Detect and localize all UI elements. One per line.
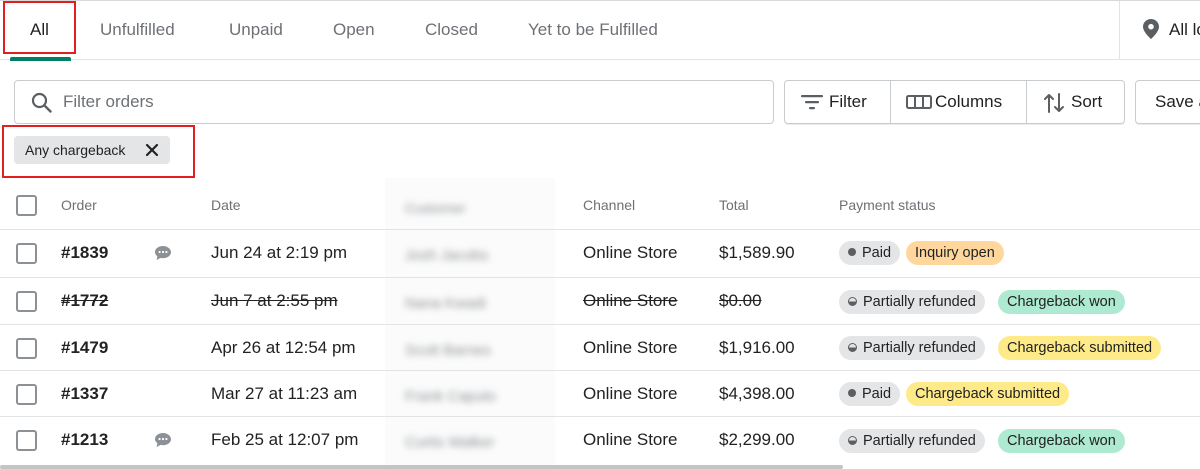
save-label: Save a — [1155, 92, 1200, 111]
order-total: $1,916.00 — [719, 338, 795, 357]
column-header-total[interactable]: Total — [719, 197, 749, 213]
row-checkbox[interactable] — [16, 291, 37, 312]
location-label: All lo — [1169, 20, 1200, 39]
customer-name: Nana Kwadi — [405, 295, 486, 312]
sort-label: Sort — [1071, 92, 1103, 111]
chargeback-status-badge: Chargeback won — [998, 290, 1125, 314]
tabs-divider — [1119, 1, 1120, 60]
column-header-order[interactable]: Order — [61, 197, 97, 213]
table-actions-group: Filter Columns Sort — [784, 80, 1125, 124]
payment-status-text: Paid — [862, 386, 892, 402]
customer-name: Scott Barnes — [405, 342, 491, 359]
payment-status-text: Partially refunded — [863, 340, 976, 356]
order-channel: Online Store — [583, 291, 678, 310]
partial-status-icon — [848, 343, 857, 352]
order-number[interactable]: #1479 — [61, 338, 108, 358]
chargeback-status-badge: Chargeback submitted — [906, 382, 1070, 406]
tab-yet-to-be-fulfilled[interactable]: Yet to be Fulfilled — [528, 1, 658, 59]
order-channel: Online Store — [583, 430, 678, 449]
order-date: Mar 27 at 11:23 am — [211, 384, 358, 403]
order-total: $1,589.90 — [719, 243, 795, 262]
order-channel: Online Store — [583, 338, 678, 357]
customer-name: Josh Jacobs — [405, 247, 489, 264]
table-row[interactable]: #1479 Apr 26 at 12:54 pm Scott Barnes On… — [0, 324, 1200, 371]
search-input[interactable] — [63, 89, 753, 115]
status-dot-icon — [848, 389, 856, 397]
comment-icon — [155, 246, 171, 260]
payment-status-badge: Paid — [839, 241, 901, 265]
tab-closed[interactable]: Closed — [425, 1, 478, 59]
order-channel: Online Store — [583, 384, 678, 403]
columns-button[interactable]: Columns — [891, 81, 1026, 123]
order-total: $4,398.00 — [719, 384, 795, 403]
column-header-date[interactable]: Date — [211, 197, 241, 213]
sort-icon — [1044, 93, 1064, 113]
order-date: Jun 24 at 2:19 pm — [211, 243, 348, 262]
order-number[interactable]: #1839 — [61, 243, 108, 263]
filter-button[interactable]: Filter — [785, 81, 890, 123]
columns-icon — [906, 95, 932, 109]
order-channel: Online Store — [583, 243, 678, 262]
order-date: Feb 25 at 12:07 pm — [211, 430, 359, 449]
partial-status-icon — [848, 297, 857, 306]
payment-status-text: Paid — [862, 245, 892, 261]
filter-label: Filter — [829, 92, 867, 111]
filter-orders-search[interactable] — [14, 80, 774, 124]
order-total: $0.00 — [719, 291, 762, 310]
order-tabs-bar: All Unfulfilled Unpaid Open Closed Yet t… — [0, 0, 1200, 61]
tab-open[interactable]: Open — [333, 1, 375, 59]
row-checkbox[interactable] — [16, 384, 37, 405]
comment-icon — [155, 433, 171, 447]
select-all-checkbox[interactable] — [16, 195, 37, 216]
location-pin-icon — [1143, 19, 1159, 39]
horizontal-scrollbar[interactable] — [0, 465, 843, 469]
highlight-box-filter-chip — [2, 125, 195, 178]
partial-status-icon — [848, 436, 857, 445]
customer-name: Curtis Walker — [405, 434, 495, 451]
order-number[interactable]: #1772 — [61, 291, 108, 311]
order-number[interactable]: #1213 — [61, 430, 108, 450]
payment-status-badge: Partially refunded — [839, 336, 985, 360]
row-checkbox[interactable] — [16, 338, 37, 359]
table-row[interactable]: #1839 Jun 24 at 2:19 pm Josh Jacobs Onli… — [0, 229, 1200, 276]
active-tab-indicator — [10, 57, 71, 61]
column-header-customer[interactable]: Customer — [405, 200, 466, 216]
row-checkbox[interactable] — [16, 430, 37, 451]
chargeback-status-badge: Inquiry open — [906, 241, 1004, 265]
tab-unfulfilled[interactable]: Unfulfilled — [100, 1, 175, 59]
payment-status-badge: Partially refunded — [839, 290, 985, 314]
filter-icon — [801, 95, 823, 110]
chargeback-status-badge: Chargeback won — [998, 429, 1125, 453]
payment-status-text: Partially refunded — [863, 294, 976, 310]
order-date: Apr 26 at 12:54 pm — [211, 338, 356, 357]
search-icon — [31, 92, 52, 113]
order-number[interactable]: #1337 — [61, 384, 108, 404]
customer-name: Frank Caputo — [405, 388, 496, 405]
payment-status-text: Partially refunded — [863, 433, 976, 449]
row-checkbox[interactable] — [16, 243, 37, 264]
status-dot-icon — [848, 248, 856, 256]
table-row[interactable]: #1337 Mar 27 at 11:23 am Frank Caputo On… — [0, 370, 1200, 417]
chargeback-status-badge: Chargeback submitted — [998, 336, 1162, 360]
table-row[interactable]: #1772 Jun 7 at 2:55 pm Nana Kwadi Online… — [0, 277, 1200, 324]
order-total: $2,299.00 — [719, 430, 795, 449]
column-header-channel[interactable]: Channel — [583, 197, 635, 213]
payment-status-badge: Partially refunded — [839, 429, 985, 453]
order-date: Jun 7 at 2:55 pm — [211, 291, 338, 310]
sort-button[interactable]: Sort — [1027, 81, 1124, 123]
columns-label: Columns — [935, 92, 1003, 111]
highlight-box-all-tab — [3, 1, 76, 54]
save-view-button[interactable]: Save a — [1135, 80, 1200, 124]
column-header-payment-status[interactable]: Payment status — [839, 197, 936, 213]
tab-unpaid[interactable]: Unpaid — [229, 1, 283, 59]
table-row[interactable]: #1213 Feb 25 at 12:07 pm Curtis Walker O… — [0, 416, 1200, 463]
payment-status-badge: Paid — [839, 382, 901, 406]
